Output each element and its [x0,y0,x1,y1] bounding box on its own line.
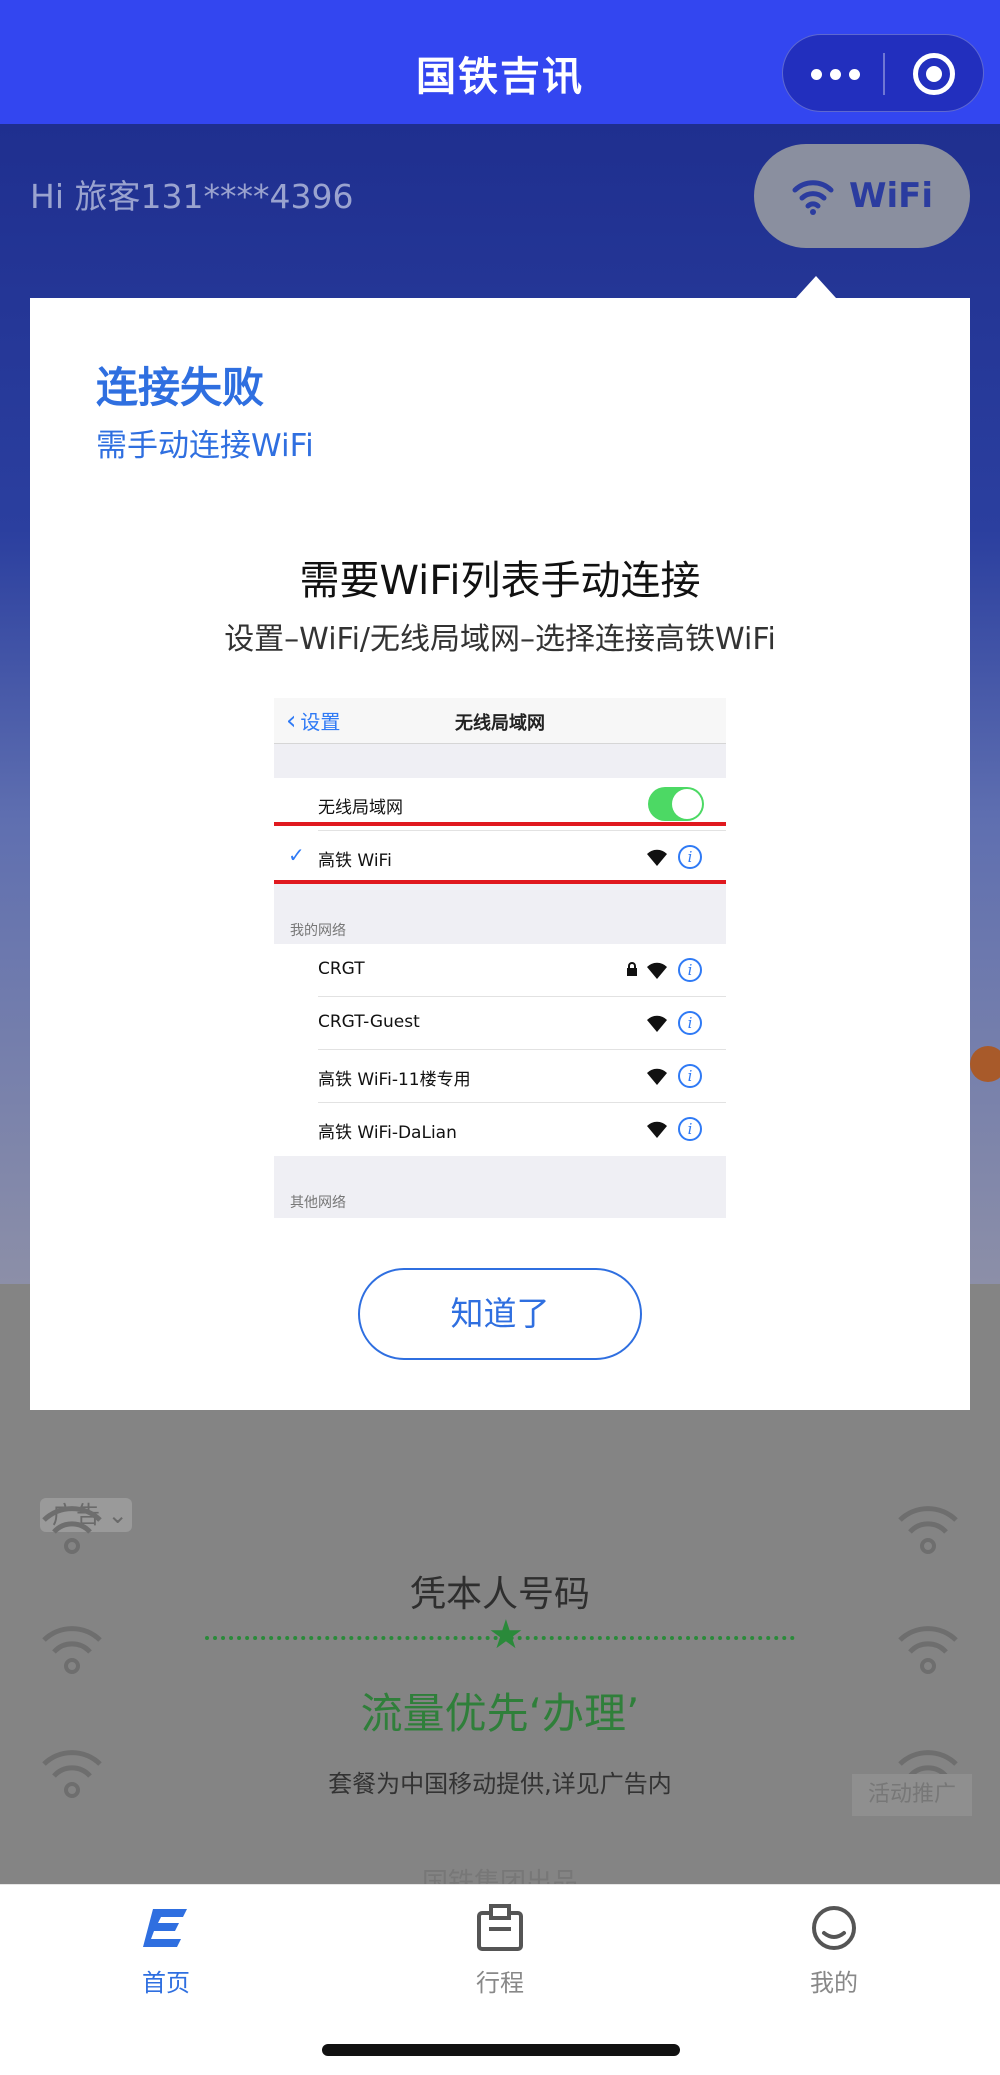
tab-label: 我的 [810,1969,858,1997]
network-row: CRGT-Guest i [274,997,726,1050]
wifi-icon [792,180,834,215]
info-icon: i [678,1117,702,1141]
profile-icon [812,1906,856,1950]
lock-icon [627,962,637,976]
network-row: 高铁 WiFi-11楼专用 i [274,1050,726,1103]
network-name: CRGT-Guest [318,1012,420,1032]
home-icon [143,1909,187,1947]
highlight-box [274,822,726,884]
star-icon: ★ [488,1612,524,1658]
connection-failed-dialog: 连接失败 需手动连接WiFi 需要WiFi列表手动连接 设置–WiFi/无线局域… [30,298,970,1410]
home-indicator [322,2044,680,2056]
settings-screenshot: ‹ 设置 无线局域网 无线局域网 ✓ 高铁 WiFi i 我的网络 CRGT i … [274,698,726,1218]
wifi-signal-icon [647,1015,667,1032]
navigation-bar: 国铁吉讯 [0,0,1000,124]
info-icon: i [678,1064,702,1088]
toggle-on-icon [648,787,704,821]
other-networks-label: 其他网络 [290,1195,346,1211]
greeting-text: Hi 旅客131****4396 [30,177,354,216]
wifi-icon [42,1626,102,1674]
trip-icon [477,1904,523,1951]
wifi-icon [898,1626,958,1674]
settings-title: 无线局域网 [455,713,545,734]
wifi-signal-icon [647,1121,667,1138]
wifi-button-label: WiFi [848,176,934,216]
wlan-label: 无线局域网 [318,798,403,818]
wifi-button[interactable]: WiFi [754,144,970,248]
my-networks-label: 我的网络 [290,923,346,939]
wifi-signal-icon [647,1068,667,1085]
wifi-signal-icon [647,962,667,979]
wifi-icon [42,1506,102,1554]
ad-slogan[interactable]: 流量优先‘办理’ [0,1680,1000,1741]
tab-trip[interactable]: 行程 [420,1903,580,1998]
popover-arrow [796,276,836,298]
tab-profile[interactable]: 我的 [754,1903,914,1998]
network-name: 高铁 WiFi-DaLian [318,1123,457,1143]
network-row: 高铁 WiFi-DaLian i [274,1103,726,1156]
instruction-heading: 需要WiFi列表手动连接 [299,558,701,604]
network-row: CRGT i [274,944,726,997]
got-it-button[interactable]: 知道了 [358,1268,642,1360]
info-icon: i [678,958,702,982]
ad-subtitle: 套餐为中国移动提供,详见广告内 [328,1770,672,1798]
tab-home[interactable]: 首页 [86,1903,246,1998]
tab-label: 行程 [476,1969,524,1997]
wifi-icon [898,1506,958,1554]
mini-program-capsule [782,34,984,112]
network-name: CRGT [318,959,365,979]
instruction-path: 设置–WiFi/无线局域网–选择连接高铁WiFi [224,622,776,657]
dialog-subtitle: 需手动连接WiFi [96,428,314,464]
settings-header: ‹ 设置 无线局域网 [274,698,726,744]
tab-label: 首页 [142,1969,190,1997]
capsule-divider [883,53,885,95]
dialog-title: 连接失败 [96,363,265,412]
ad-title[interactable]: 凭本人号码 [0,1565,1000,1617]
more-icon[interactable] [805,57,865,91]
network-name: 高铁 WiFi-11楼专用 [318,1070,471,1090]
close-mini-program-icon[interactable] [913,53,955,95]
floating-badge [970,1046,1000,1082]
info-icon: i [678,1011,702,1035]
promo-tag: 活动推广 [852,1774,972,1816]
